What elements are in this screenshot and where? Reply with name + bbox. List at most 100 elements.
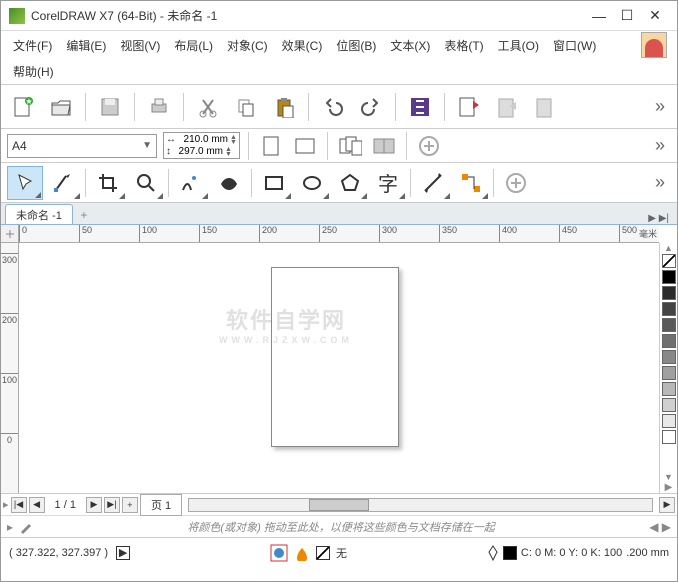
- color-palette: ▲ ▼ ▶: [659, 243, 677, 493]
- separator: [251, 169, 252, 197]
- first-page-button[interactable]: |◀: [11, 497, 27, 513]
- dimension-tool[interactable]: [415, 166, 451, 200]
- swatch-gray80[interactable]: [662, 302, 676, 316]
- portrait-button[interactable]: [257, 133, 285, 159]
- copy-button[interactable]: [230, 91, 262, 123]
- prev-page-button[interactable]: ◀: [29, 497, 45, 513]
- menu-object[interactable]: 对象(C): [221, 33, 274, 58]
- new-button[interactable]: ★: [7, 91, 39, 123]
- record-macro-button[interactable]: ▶: [116, 546, 130, 560]
- print-button[interactable]: [143, 91, 175, 123]
- page-height-input[interactable]: [173, 146, 223, 157]
- separator: [493, 169, 494, 197]
- swatch-gray40[interactable]: [662, 366, 676, 380]
- freehand-tool[interactable]: [173, 166, 209, 200]
- current-page-button[interactable]: [370, 133, 398, 159]
- toolbox-overflow-button[interactable]: »: [649, 172, 671, 193]
- add-page-button[interactable]: +: [122, 497, 138, 513]
- color-proof-icon[interactable]: [294, 545, 310, 561]
- pick-tool[interactable]: [7, 166, 43, 200]
- paste-button[interactable]: [268, 91, 300, 123]
- connector-tool[interactable]: [453, 166, 489, 200]
- tab-nav-right[interactable]: ▶ ▶|: [644, 213, 673, 224]
- landscape-button[interactable]: [291, 133, 319, 159]
- new-tab-button[interactable]: +: [75, 206, 93, 224]
- export-button[interactable]: [491, 91, 523, 123]
- swatch-gray50[interactable]: [662, 350, 676, 364]
- palette-menu-icon[interactable]: ▸: [7, 520, 13, 534]
- outline-color-swatch[interactable]: [503, 546, 517, 560]
- outline-pen-icon[interactable]: [487, 545, 499, 561]
- palette-down-button[interactable]: ▼: [664, 472, 673, 482]
- horizontal-ruler[interactable]: 050 100150 200250 300350 400450 500 毫米: [19, 225, 659, 243]
- document-tab[interactable]: 未命名 -1: [5, 204, 73, 224]
- swatch-gray60[interactable]: [662, 334, 676, 348]
- text-tool[interactable]: 字: [370, 166, 406, 200]
- swatch-gray30[interactable]: [662, 382, 676, 396]
- drawing-canvas[interactable]: 软件自学网WWW.RJZXW.COM: [19, 243, 659, 493]
- menu-table[interactable]: 表格(T): [438, 33, 489, 58]
- polygon-tool[interactable]: [332, 166, 368, 200]
- ruler-origin[interactable]: [1, 225, 19, 243]
- menu-file[interactable]: 文件(F): [7, 33, 58, 58]
- zoom-tool[interactable]: [128, 166, 164, 200]
- add-tool-button[interactable]: [498, 166, 534, 200]
- menu-help[interactable]: 帮助(H): [7, 59, 60, 84]
- spinner-icon[interactable]: ▲▼: [230, 135, 237, 145]
- menu-window[interactable]: 窗口(W): [547, 33, 602, 58]
- scrollbar-thumb[interactable]: [309, 499, 369, 511]
- swatch-none[interactable]: [662, 254, 676, 268]
- cut-button[interactable]: [192, 91, 224, 123]
- import-button[interactable]: [453, 91, 485, 123]
- swatch-white[interactable]: [662, 430, 676, 444]
- swatch-gray10[interactable]: [662, 414, 676, 428]
- redo-button[interactable]: [355, 91, 387, 123]
- user-avatar-icon[interactable]: [641, 32, 667, 58]
- nav-menu-icon[interactable]: ▸: [3, 498, 9, 511]
- artistic-media-tool[interactable]: [211, 166, 247, 200]
- menubar-row2: 帮助(H): [1, 59, 677, 85]
- crop-tool[interactable]: [90, 166, 126, 200]
- shape-tool[interactable]: [45, 166, 81, 200]
- close-button[interactable]: ✕: [641, 6, 669, 26]
- last-page-button[interactable]: ▶|: [104, 497, 120, 513]
- page-width-input[interactable]: [178, 134, 228, 145]
- rectangle-tool[interactable]: [256, 166, 292, 200]
- menu-tools[interactable]: 工具(O): [492, 33, 545, 58]
- menu-edit[interactable]: 编辑(E): [60, 33, 112, 58]
- page-tab[interactable]: 页 1: [140, 494, 182, 516]
- add-preset-button[interactable]: [415, 133, 443, 159]
- menubar: 文件(F) 编辑(E) 视图(V) 布局(L) 对象(C) 效果(C) 位图(B…: [1, 31, 677, 59]
- ellipse-tool[interactable]: [294, 166, 330, 200]
- minimize-button[interactable]: —: [585, 6, 613, 26]
- toolbar-overflow-button[interactable]: »: [649, 96, 671, 117]
- swatch-black[interactable]: [662, 270, 676, 284]
- menu-effect[interactable]: 效果(C): [276, 33, 329, 58]
- propbar-overflow-button[interactable]: »: [649, 135, 671, 156]
- horizontal-scrollbar[interactable]: [188, 498, 653, 512]
- palette-up-button[interactable]: ▲: [664, 243, 673, 253]
- eyedropper-icon[interactable]: [19, 520, 33, 534]
- scroll-right-button[interactable]: ▶: [659, 497, 675, 513]
- paper-size-combo[interactable]: A4 ▼: [7, 134, 157, 158]
- vertical-ruler[interactable]: 0100 200300: [1, 243, 19, 493]
- next-page-button[interactable]: ▶: [86, 497, 102, 513]
- menu-text[interactable]: 文本(X): [384, 33, 436, 58]
- search-content-button[interactable]: [404, 91, 436, 123]
- spinner-icon[interactable]: ▲▼: [225, 147, 232, 157]
- open-button[interactable]: [45, 91, 77, 123]
- swatch-gray20[interactable]: [662, 398, 676, 412]
- fill-indicator-icon[interactable]: [270, 544, 288, 562]
- all-pages-button[interactable]: [336, 133, 364, 159]
- swatch-gray90[interactable]: [662, 286, 676, 300]
- menu-layout[interactable]: 布局(L): [168, 33, 219, 58]
- menu-view[interactable]: 视图(V): [114, 33, 166, 58]
- menu-bitmap[interactable]: 位图(B): [330, 33, 382, 58]
- swatch-gray70[interactable]: [662, 318, 676, 332]
- palette-scroll-icon[interactable]: ◀ ▶: [649, 520, 671, 534]
- publish-pdf-button[interactable]: [529, 91, 561, 123]
- undo-button[interactable]: [317, 91, 349, 123]
- maximize-button[interactable]: ☐: [613, 6, 641, 26]
- palette-flyout-button[interactable]: ▶: [665, 482, 673, 493]
- save-button[interactable]: [94, 91, 126, 123]
